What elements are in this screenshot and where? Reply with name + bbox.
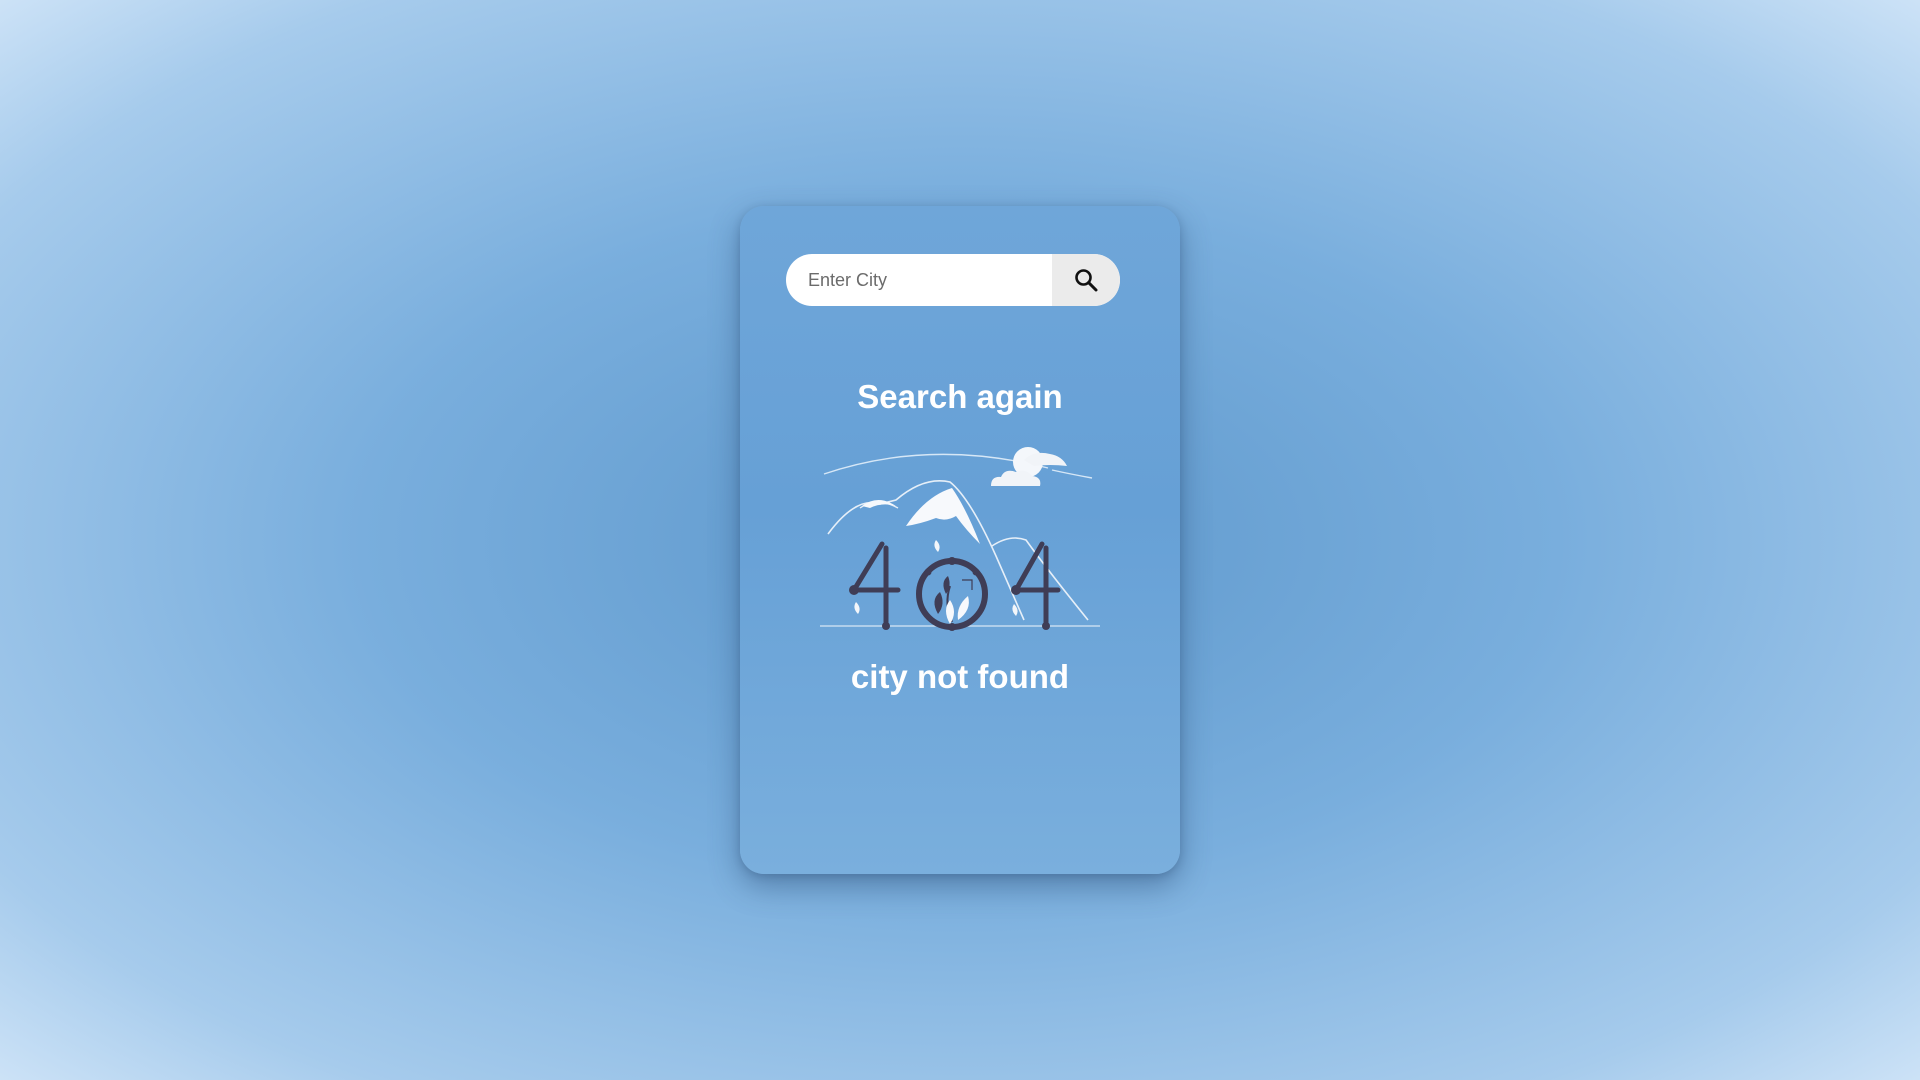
weather-card: Search again: [740, 206, 1180, 874]
city-not-found-message: city not found: [850, 658, 1070, 695]
search-again-heading: Search again: [857, 378, 1063, 415]
404-illustration: [820, 447, 1100, 631]
search-button[interactable]: [1052, 254, 1120, 306]
search-icon: [1075, 269, 1098, 292]
city-search-input[interactable]: [786, 254, 1050, 306]
search-bar: [786, 254, 1120, 306]
